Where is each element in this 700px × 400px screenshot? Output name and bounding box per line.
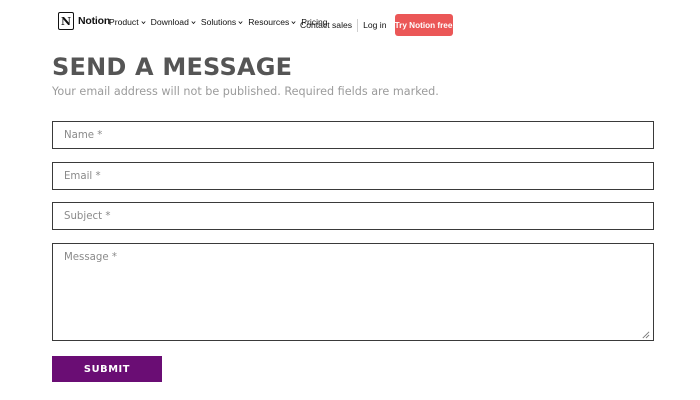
nav-actions: Contact sales Log in Try Notion free (300, 14, 453, 36)
message-field[interactable] (52, 243, 654, 341)
subject-field[interactable] (52, 202, 654, 230)
chevron-down-icon (141, 20, 146, 24)
form-heading: SEND A MESSAGE (52, 53, 293, 81)
brand-name: Notion (78, 15, 111, 27)
resize-grip-icon[interactable] (641, 330, 650, 339)
nav-item-label: Product (109, 17, 139, 27)
nav-item-resources[interactable]: Resources (248, 17, 296, 27)
nav-item-solutions[interactable]: Solutions (201, 17, 243, 27)
nav-item-download[interactable]: Download (151, 17, 196, 27)
notion-logo-icon: N (58, 12, 74, 30)
nav-item-product[interactable]: Product (109, 17, 146, 27)
notion-logo[interactable]: N Notion (58, 12, 110, 30)
nav-item-label: Download (150, 17, 189, 27)
name-field[interactable] (52, 121, 654, 149)
nav-item-label: Solutions (200, 17, 237, 27)
try-notion-free-button[interactable]: Try Notion free (394, 14, 453, 36)
contact-sales-link[interactable]: Contact sales (300, 20, 352, 30)
chevron-down-icon (238, 20, 243, 24)
submit-button[interactable]: SUBMIT (52, 356, 162, 382)
form-subheading: Your email address will not be published… (52, 85, 439, 98)
top-nav: N Notion Product Download Solutions Reso… (0, 0, 700, 46)
nav-item-label: Resources (248, 17, 290, 27)
email-field[interactable] (52, 162, 654, 190)
nav-links: Product Download Solutions Resources Pri… (109, 17, 328, 27)
nav-divider (357, 18, 359, 32)
chevron-down-icon (291, 20, 296, 24)
chevron-down-icon (191, 20, 196, 24)
login-link[interactable]: Log in (363, 20, 386, 30)
